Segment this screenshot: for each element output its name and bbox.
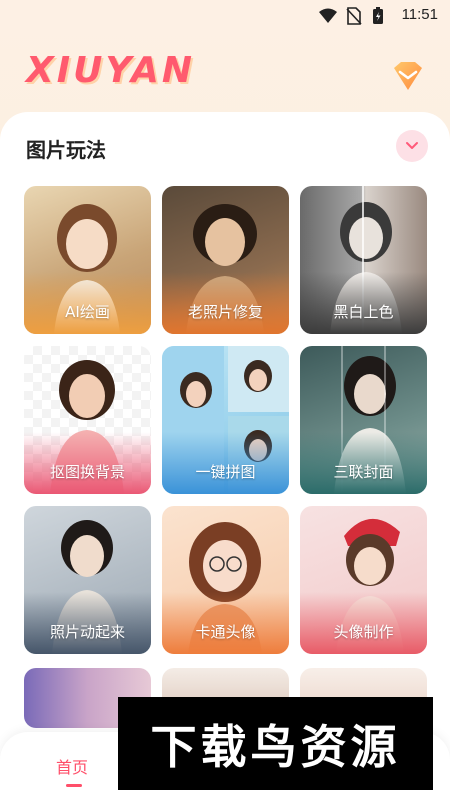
card-bw-colorize[interactable]: 黑白上色 [300, 186, 427, 334]
card-label: AI绘画 [65, 303, 110, 321]
card-label: 卡通头像 [195, 623, 256, 641]
card-avatar-maker[interactable]: 头像制作 [300, 506, 427, 654]
card-cutout-background[interactable]: 抠图换背景 [24, 346, 151, 494]
card-animate-photo[interactable]: 照片动起来 [24, 506, 151, 654]
card-label: 老照片修复 [187, 303, 263, 321]
watermark: 下载鸟资源 [118, 697, 433, 790]
vip-diamond-icon[interactable] [388, 58, 428, 94]
app-logo: XIUYAN [26, 50, 195, 91]
card-label: 三联封面 [333, 463, 394, 481]
card-ai-painting[interactable]: AI绘画 [24, 186, 151, 334]
section-title-text: 图片玩法 [26, 138, 106, 162]
card-triptych-cover[interactable]: 三联封面 [300, 346, 427, 494]
card-one-click-collage[interactable]: 一键拼图 [162, 346, 289, 494]
card-label: 一键拼图 [195, 463, 256, 481]
chevron-down-icon [406, 142, 418, 149]
card-old-photo-restore[interactable]: 老照片修复 [162, 186, 289, 334]
section-title: 图片玩法 [24, 134, 110, 165]
card-label: 照片动起来 [49, 623, 125, 641]
card-label: 黑白上色 [333, 303, 394, 321]
expand-button[interactable] [396, 130, 428, 162]
nav-active-indicator [66, 784, 82, 787]
status-bar: 11:51 [0, 0, 450, 32]
card-label: 抠图换背景 [49, 463, 125, 481]
status-time: 11:51 [401, 6, 438, 23]
card-cartoon-avatar[interactable]: 卡通头像 [162, 506, 289, 654]
nav-home[interactable]: 首页 [56, 754, 88, 778]
wifi-icon [319, 8, 337, 23]
card-label: 头像制作 [333, 623, 394, 641]
battery-charging-icon [373, 7, 383, 24]
no-sim-icon [346, 7, 362, 25]
